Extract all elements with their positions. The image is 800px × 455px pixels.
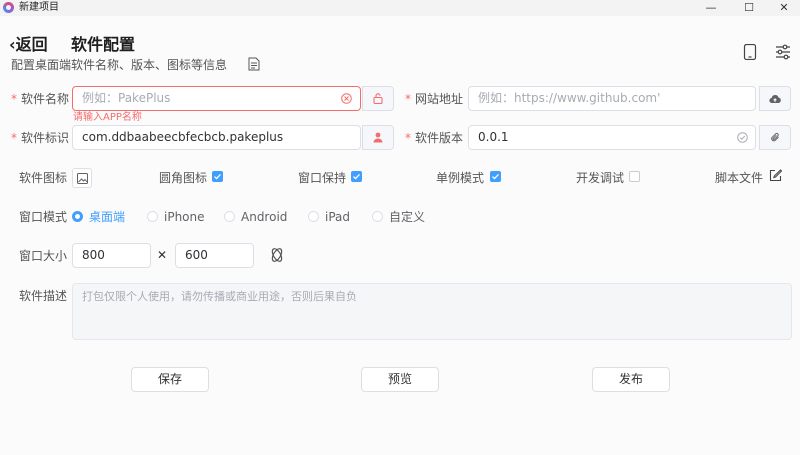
name-error-message: 请输入APP名称: [73, 112, 142, 123]
paperclip-icon: [770, 132, 779, 142]
back-label: 返回: [15, 35, 48, 54]
url-upload-button[interactable]: [759, 86, 791, 111]
maximize-button[interactable]: ☐: [732, 0, 766, 16]
document-icon[interactable]: [248, 57, 260, 71]
keep-window-label: 窗口保持: [298, 171, 347, 185]
save-button[interactable]: 保存: [131, 367, 209, 392]
back-button[interactable]: ‹返回: [9, 35, 48, 55]
version-input[interactable]: 0.0.1: [468, 125, 756, 150]
publish-button[interactable]: 发布: [592, 367, 670, 392]
window-height-input[interactable]: 600: [175, 243, 254, 268]
rounded-icon-checkbox[interactable]: [212, 171, 223, 182]
minimize-button[interactable]: —: [694, 0, 728, 16]
chevron-left-icon: ‹: [9, 35, 16, 54]
page-subtitle: 配置桌面端软件名称、版本、图标等信息: [11, 58, 228, 72]
single-instance-checkbox[interactable]: [490, 171, 501, 182]
single-instance-label: 单例模式: [436, 171, 485, 185]
version-attach-button[interactable]: [759, 125, 791, 150]
mode-option-ipad[interactable]: iPad: [325, 209, 350, 225]
times-icon: ✕: [157, 248, 168, 262]
version-label: * 软件版本: [405, 131, 464, 145]
mode-radio-ipad[interactable]: [308, 211, 319, 222]
icon-label: 软件图标: [19, 171, 68, 185]
mode-radio-android[interactable]: [224, 211, 235, 222]
mode-option-android[interactable]: Android: [241, 209, 287, 225]
id-input[interactable]: com.ddbaabeecbfecbcb.pakeplus: [72, 125, 361, 150]
clear-circle-icon[interactable]: [341, 93, 352, 104]
name-label: * 软件名称: [11, 92, 70, 106]
page-title: 软件配置: [71, 35, 136, 54]
check-circle-icon: [737, 132, 748, 143]
url-label: * 网站地址: [405, 92, 464, 106]
mode-option-desktop[interactable]: 桌面端: [89, 209, 125, 225]
description-label: 软件描述: [19, 289, 68, 303]
preview-button[interactable]: 预览: [361, 367, 439, 392]
window-width-input[interactable]: 800: [72, 243, 151, 268]
id-label: * 软件标识: [11, 131, 70, 145]
cloud-upload-icon: [769, 94, 781, 103]
keep-window-checkbox[interactable]: [351, 171, 362, 182]
url-input[interactable]: 例如：https://www.github.com': [468, 86, 756, 111]
window-size-label: 窗口大小: [19, 249, 68, 263]
icon-upload-button[interactable]: [72, 168, 92, 188]
checkmark-icon: [492, 173, 499, 180]
settings-sliders-icon[interactable]: [775, 44, 791, 60]
devtools-label: 开发调试: [576, 171, 625, 185]
mode-option-iphone[interactable]: iPhone: [164, 209, 205, 225]
script-file-label: 脚本文件: [715, 171, 764, 185]
window-title: 新建项目: [19, 2, 59, 13]
description-textarea[interactable]: 打包仅限个人使用，请勿传播或商业用途，否则后果自负: [72, 283, 792, 340]
name-lock-button[interactable]: [362, 86, 394, 111]
rotate-icon[interactable]: [268, 246, 286, 264]
devtools-checkbox[interactable]: [629, 171, 640, 182]
checkmark-icon: [353, 173, 360, 180]
user-icon: [373, 132, 383, 143]
mode-radio-iphone[interactable]: [147, 211, 158, 222]
rounded-icon-label: 圆角图标: [159, 171, 208, 185]
checkmark-icon: [214, 173, 221, 180]
name-input[interactable]: 例如：PakePlus: [72, 86, 361, 111]
description-placeholder: 打包仅限个人使用，请勿传播或商业用途，否则后果自负: [82, 290, 357, 303]
unlock-icon: [373, 93, 383, 104]
mode-radio-custom[interactable]: [372, 211, 383, 222]
close-window-button[interactable]: ✕: [767, 0, 800, 16]
app-logo-icon: [3, 2, 14, 13]
id-user-button[interactable]: [362, 125, 394, 150]
edit-icon[interactable]: [769, 169, 782, 182]
image-icon: [76, 172, 88, 184]
mode-option-custom[interactable]: 自定义: [389, 209, 425, 225]
window-titlebar: [0, 0, 800, 16]
window-mode-label: 窗口模式: [19, 210, 68, 224]
mode-radio-desktop[interactable]: [72, 211, 83, 222]
tablet-icon[interactable]: [743, 44, 757, 60]
